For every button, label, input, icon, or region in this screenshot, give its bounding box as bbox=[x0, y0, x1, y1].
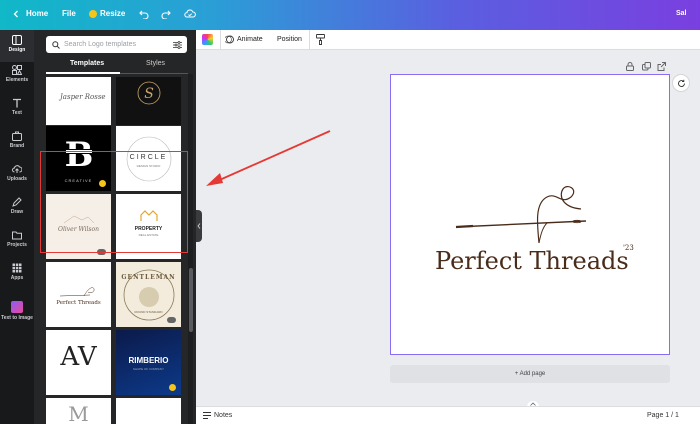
editor-toolbar: Animate Position bbox=[196, 30, 700, 50]
cloud-save-icon[interactable] bbox=[184, 9, 196, 19]
annotation-highlight-box bbox=[40, 151, 188, 253]
template-thumb[interactable]: GENTLEMAN ROUND STANDARD bbox=[116, 262, 181, 327]
top-bar: Home File Resize Sal bbox=[0, 0, 700, 30]
magic-image-icon bbox=[11, 301, 23, 313]
user-name[interactable]: Sal bbox=[676, 10, 687, 17]
template-thumb[interactable]: Jasper Rosse bbox=[46, 77, 111, 125]
design-canvas[interactable]: Perfect Threads '23 bbox=[390, 74, 670, 355]
duplicate-icon[interactable] bbox=[642, 62, 651, 71]
rail-elements[interactable]: Elements bbox=[0, 65, 34, 83]
left-rail: Design Elements Text Brand Uploads Draw … bbox=[0, 30, 34, 424]
redo-icon[interactable] bbox=[161, 9, 171, 19]
filter-icon[interactable] bbox=[173, 40, 182, 49]
template-thumb[interactable]: M bbox=[46, 398, 111, 424]
rail-text[interactable]: Text bbox=[0, 98, 34, 116]
cloud-upload-icon bbox=[12, 165, 22, 173]
tab-styles[interactable]: Styles bbox=[146, 60, 165, 67]
rail-design[interactable]: Design bbox=[0, 30, 34, 62]
active-tab-indicator bbox=[46, 72, 120, 74]
lock-icon[interactable] bbox=[626, 62, 634, 71]
refresh-button[interactable] bbox=[672, 74, 690, 92]
template-thumb[interactable]: S bbox=[116, 77, 181, 125]
search-box[interactable]: Search Logo templates bbox=[46, 36, 187, 53]
notes-button[interactable]: Notes bbox=[214, 412, 232, 419]
share-page-icon[interactable] bbox=[657, 62, 666, 71]
refresh-icon bbox=[678, 79, 685, 87]
crown-icon bbox=[89, 9, 97, 18]
apps-grid-icon bbox=[12, 263, 22, 273]
template-thumb[interactable] bbox=[116, 398, 181, 424]
home-button[interactable]: Home bbox=[12, 9, 48, 18]
search-icon bbox=[52, 40, 60, 49]
rail-uploads[interactable]: Uploads bbox=[0, 164, 34, 182]
scrollbar-thumb[interactable] bbox=[189, 268, 193, 332]
pen-icon bbox=[12, 197, 22, 207]
chevron-left-icon bbox=[197, 223, 201, 229]
rail-projects[interactable]: Projects bbox=[0, 230, 34, 248]
tab-templates[interactable]: Templates bbox=[70, 60, 104, 67]
undo-icon[interactable] bbox=[139, 9, 149, 19]
folder-icon bbox=[12, 231, 22, 240]
rail-brand[interactable]: Brand bbox=[0, 131, 34, 149]
resize-button[interactable]: Resize bbox=[89, 9, 125, 18]
template-thumb[interactable]: Perfect Threads bbox=[46, 262, 111, 327]
rail-text-to-image[interactable]: Text to Image bbox=[0, 301, 34, 321]
position-button[interactable]: Position bbox=[277, 36, 302, 43]
briefcase-icon bbox=[12, 131, 22, 141]
crown-icon bbox=[169, 384, 176, 391]
search-placeholder: Search Logo templates bbox=[64, 41, 136, 48]
notes-icon bbox=[203, 412, 211, 419]
logo-superscript[interactable]: '23 bbox=[623, 244, 634, 252]
add-page-button[interactable]: + Add page bbox=[390, 365, 670, 383]
bottom-bar: Notes Page 1 / 1 bbox=[196, 406, 700, 424]
paint-roller-icon[interactable] bbox=[316, 34, 325, 45]
home-label: Home bbox=[26, 9, 49, 18]
template-thumb[interactable]: RIMBERIO SHAPE OF COMPANY bbox=[116, 330, 181, 395]
logo-text[interactable]: Perfect Threads bbox=[435, 247, 629, 275]
annotation-arrow-icon bbox=[206, 130, 331, 186]
shapes-icon bbox=[12, 65, 22, 75]
needle-thread-graphic bbox=[455, 185, 587, 243]
collapse-panel-handle[interactable] bbox=[196, 210, 202, 242]
animate-icon bbox=[225, 35, 234, 44]
text-icon bbox=[13, 98, 21, 108]
rail-draw[interactable]: Draw bbox=[0, 197, 34, 215]
color-picker-icon[interactable] bbox=[202, 34, 213, 45]
chevron-left-icon bbox=[13, 10, 18, 17]
animate-button[interactable]: Animate bbox=[237, 36, 263, 43]
layout-icon bbox=[12, 35, 22, 45]
tab-divider bbox=[120, 73, 188, 74]
scrollbar-track[interactable] bbox=[188, 74, 193, 424]
badge-icon bbox=[167, 317, 176, 323]
template-thumb[interactable]: AV bbox=[46, 330, 111, 395]
file-menu[interactable]: File bbox=[62, 9, 76, 18]
svg-text:S: S bbox=[144, 86, 154, 102]
page-indicator[interactable]: Page 1 / 1 bbox=[647, 412, 679, 419]
rail-apps[interactable]: Apps bbox=[0, 263, 34, 281]
